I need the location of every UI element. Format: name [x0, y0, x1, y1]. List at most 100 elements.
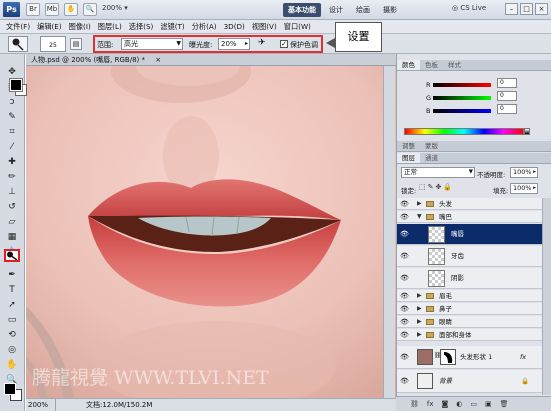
tab-styles[interactable]: 样式 [443, 60, 466, 70]
mask-icon[interactable]: ◙ [442, 397, 449, 411]
hand-icon[interactable]: ✋ [4, 359, 20, 372]
chevron-down-icon[interactable]: ▼ [417, 211, 422, 223]
shape-icon[interactable]: ▭ [4, 314, 20, 327]
minimize-button[interactable]: – [505, 3, 518, 15]
menu-edit[interactable]: 编辑(E) [37, 20, 62, 33]
gradient-icon[interactable]: ▦ [4, 231, 20, 244]
menu-3d[interactable]: 3D(D) [224, 20, 245, 33]
range-select[interactable]: 高光 ▼ [121, 38, 183, 50]
eraser-icon[interactable]: ▱ [4, 216, 20, 229]
visibility-eye-icon[interactable]: 👁 [400, 329, 409, 341]
pen-icon[interactable]: ✒ [4, 269, 20, 282]
bridge-icon[interactable]: Br [26, 3, 40, 16]
menu-analysis[interactable]: 分析(A) [192, 20, 217, 33]
3d-orbit-icon[interactable]: ◎ [4, 344, 20, 357]
layer-row-background[interactable]: 👁 背景 🔒 [397, 370, 542, 393]
workspace-essentials[interactable]: 基本功能 [283, 3, 321, 17]
dodge-icon[interactable] [4, 249, 20, 262]
channel-r-slider[interactable] [433, 83, 491, 87]
layer-row-eyebrows-group[interactable]: 👁 ▶ 眉毛 [397, 290, 542, 302]
tab-layers[interactable]: 图层 [397, 153, 420, 163]
layer-row-mouth-group[interactable]: 👁 ▼ 嘴巴 [397, 211, 542, 223]
document-canvas[interactable]: 腾龍視覺 WWW.TLVI.NET [26, 66, 396, 398]
channel-b-slider[interactable] [433, 109, 491, 113]
chevron-right-icon[interactable]: ▶ [417, 290, 422, 302]
close-icon[interactable]: × [155, 56, 161, 64]
zoom-level-combo[interactable]: 200% ▾ [102, 4, 128, 12]
visibility-eye-icon[interactable]: 👁 [400, 316, 409, 328]
3d-rotate-icon[interactable]: ⟲ [4, 329, 20, 342]
tab-channels[interactable]: 通道 [420, 153, 443, 163]
tab-swatches[interactable]: 色板 [420, 60, 443, 70]
layer-row-hair-group[interactable]: 👁 ▶ 头发 [397, 198, 542, 210]
airbrush-icon[interactable]: ✈ [258, 38, 266, 48]
layer-row-nose-group[interactable]: 👁 ▶ 鼻子 [397, 303, 542, 315]
menu-layer[interactable]: 图层(L) [98, 20, 122, 33]
brush-size-picker[interactable]: 25 [40, 36, 66, 52]
lasso-icon[interactable]: ↄ [4, 96, 20, 109]
move-icon[interactable]: ✥ [4, 66, 20, 79]
lock-icons[interactable]: ⬚✎✥🔒 [419, 183, 454, 191]
layer-row-hair-shape[interactable]: 👁 ⛓ 头发形状 1 fx [397, 346, 542, 369]
folder-icon[interactable]: ▭ [470, 397, 477, 411]
menu-filter[interactable]: 滤镜(T) [160, 20, 184, 33]
brush-panel-toggle-icon[interactable]: ▤ [70, 38, 82, 50]
foreground-color-swatch[interactable] [4, 383, 16, 395]
canvas-scrollbar[interactable] [383, 66, 395, 398]
fx-icon[interactable]: fx [427, 397, 434, 411]
mini-bridge-icon[interactable]: Mb [45, 3, 59, 16]
visibility-eye-icon[interactable]: 👁 [400, 211, 409, 223]
clone-stamp-icon[interactable]: ⊥ [4, 186, 20, 199]
chevron-right-icon[interactable]: ▶ [417, 329, 422, 341]
black-white-ramp[interactable] [524, 128, 530, 135]
status-zoom[interactable]: 200% [26, 399, 56, 411]
color-spectrum-ramp[interactable] [404, 128, 524, 135]
cs-live-button[interactable]: ◎ CS Live [452, 4, 486, 12]
menu-file[interactable]: 文件(F) [6, 20, 30, 33]
blend-mode-select[interactable]: 正常 ▼ [401, 167, 475, 178]
layer-row-eyes-group[interactable]: 👁 ▶ 眼睛 [397, 316, 542, 328]
tool-preset-picker[interactable] [8, 36, 28, 52]
history-brush-icon[interactable]: ↺ [4, 201, 20, 214]
opacity-input[interactable]: 100% ▸ [510, 167, 538, 178]
color-panel-foreground-swatch[interactable] [9, 78, 23, 92]
channel-g-slider[interactable] [433, 96, 491, 100]
visibility-eye-icon[interactable]: 👁 [400, 346, 409, 369]
layer-row-teeth[interactable]: 👁 牙齿 [397, 246, 542, 267]
tab-adjustments[interactable]: 调整 [397, 141, 420, 151]
tab-masks[interactable]: 蒙版 [420, 141, 443, 151]
maximize-button[interactable]: □ [520, 3, 533, 15]
visibility-eye-icon[interactable]: 👁 [400, 370, 409, 393]
crop-icon[interactable]: ⌗ [4, 126, 20, 139]
workspace-photography[interactable]: 摄影 [378, 3, 402, 17]
chevron-right-icon[interactable]: ▶ [417, 303, 422, 315]
adjustment-icon[interactable]: ◐ [456, 397, 462, 411]
healing-icon[interactable]: ✚ [4, 156, 20, 169]
document-tab[interactable]: 人物.psd @ 200% (嘴唇, RGB/8) * × [26, 54, 396, 66]
chevron-right-icon[interactable]: ▶ [417, 198, 422, 210]
type-icon[interactable]: T [4, 284, 20, 297]
menu-view[interactable]: 视图(V) [252, 20, 277, 33]
menu-select[interactable]: 选择(S) [129, 20, 154, 33]
zoom-view-icon[interactable]: 🔍 [83, 3, 97, 16]
visibility-eye-icon[interactable]: 👁 [400, 198, 409, 210]
chevron-right-icon[interactable]: ▶ [417, 316, 422, 328]
visibility-eye-icon[interactable]: 👁 [400, 303, 409, 315]
hand-view-icon[interactable]: ✋ [64, 3, 78, 16]
protect-tones-checkbox[interactable]: ✓ [280, 40, 288, 48]
channel-r-input[interactable]: 0 [497, 78, 517, 88]
channel-g-input[interactable]: 0 [497, 91, 517, 101]
trash-icon[interactable]: 🗑 [500, 397, 509, 411]
visibility-eye-icon[interactable]: 👁 [400, 290, 409, 302]
menu-image[interactable]: 图像(I) [69, 20, 91, 33]
close-button[interactable]: × [535, 3, 548, 15]
layer-row-shadow[interactable]: 👁 阴影 [397, 268, 542, 289]
channel-b-input[interactable]: 0 [497, 104, 517, 114]
visibility-eye-icon[interactable]: 👁 [400, 268, 409, 289]
layer-row-lips[interactable]: 👁 嘴唇 [397, 224, 542, 245]
new-layer-icon[interactable]: ▣ [485, 397, 492, 411]
tab-color[interactable]: 颜色 [397, 60, 420, 70]
workspace-design[interactable]: 设计 [324, 3, 348, 17]
link-icon[interactable]: ⛓ [410, 397, 419, 411]
exposure-input[interactable]: 20% ▸ [218, 38, 250, 50]
